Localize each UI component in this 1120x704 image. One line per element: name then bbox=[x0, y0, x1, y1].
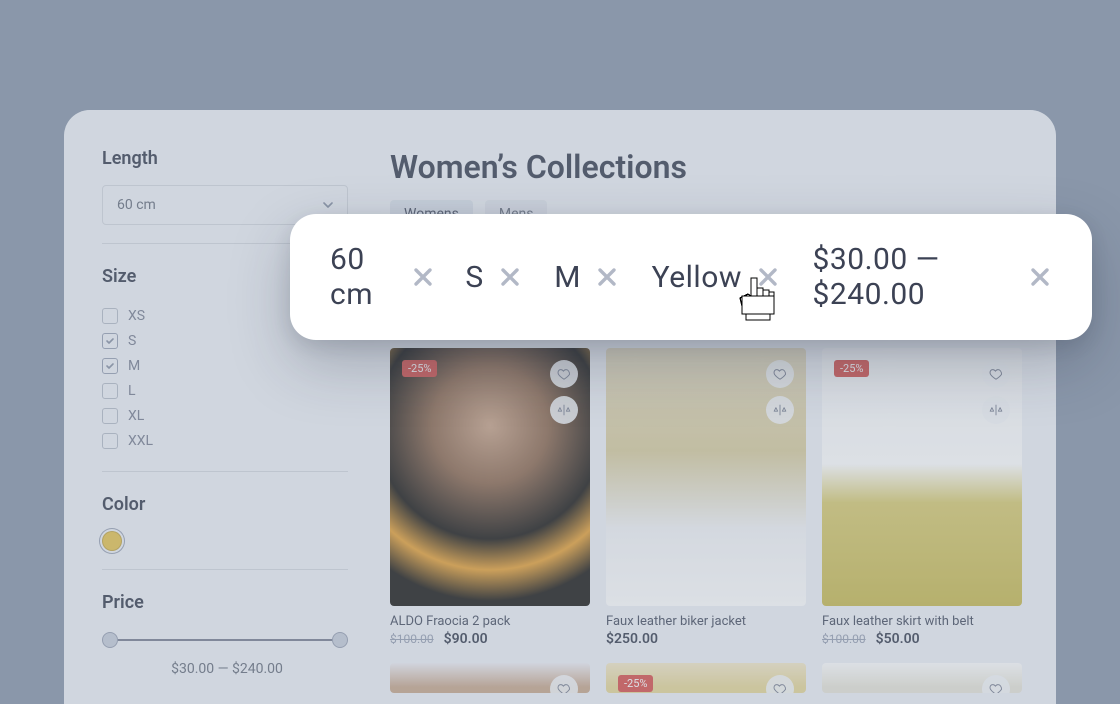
filter-chip-length: 60 cm bbox=[330, 242, 435, 312]
discount-badge: -25% bbox=[834, 360, 869, 377]
chevron-down-icon bbox=[323, 200, 333, 210]
product-name: Faux leather skirt with belt bbox=[822, 614, 1022, 629]
product-thumbnail bbox=[822, 663, 1022, 693]
active-filters-pill: 60 cm S M Yellow $30.00 — $240.00 bbox=[290, 214, 1092, 340]
filter-chip-label: $30.00 — $240.00 bbox=[813, 242, 1017, 312]
discount-badge: -25% bbox=[618, 675, 653, 692]
size-option-label: M bbox=[128, 358, 140, 374]
remove-filter-button[interactable] bbox=[496, 263, 524, 291]
wishlist-button[interactable] bbox=[766, 360, 794, 388]
checkbox-checked-icon bbox=[102, 358, 118, 374]
slider-track-fill bbox=[109, 639, 341, 641]
remove-filter-button[interactable] bbox=[1029, 263, 1052, 291]
remove-filter-button[interactable] bbox=[412, 263, 435, 291]
size-option-xl[interactable]: XL bbox=[102, 403, 352, 428]
product-thumbnail bbox=[606, 348, 806, 606]
size-option-label: L bbox=[128, 383, 136, 399]
color-swatch-yellow[interactable] bbox=[102, 531, 122, 551]
size-option-label: S bbox=[128, 333, 136, 349]
filter-chip-label: Yellow bbox=[652, 260, 742, 295]
product-name: ALDO Fraocia 2 pack bbox=[390, 614, 590, 629]
product-card[interactable]: -25% ALDO Fraocia 2 pack $100.00 $90.00 bbox=[390, 348, 590, 647]
app-panel: Length 60 cm Size XS S bbox=[64, 110, 1056, 704]
length-select-value: 60 cm bbox=[117, 197, 156, 213]
wishlist-button[interactable] bbox=[550, 360, 578, 388]
filter-chip-label: S bbox=[465, 260, 483, 295]
size-option-label: XXL bbox=[128, 433, 153, 449]
product-name: Faux leather biker jacket bbox=[606, 614, 806, 629]
filter-chip-size-m: M bbox=[554, 260, 621, 295]
compare-button[interactable] bbox=[550, 396, 578, 424]
product-old-price: $100.00 bbox=[390, 632, 434, 646]
product-card[interactable] bbox=[822, 663, 1022, 693]
size-option-m[interactable]: M bbox=[102, 353, 352, 378]
product-card[interactable]: -25% bbox=[606, 663, 806, 693]
product-grid: -25% ALDO Fraocia 2 pack $100.00 $90.00 bbox=[390, 348, 1056, 693]
size-option-label: XS bbox=[128, 308, 145, 324]
wishlist-button[interactable] bbox=[982, 675, 1010, 693]
checkbox-icon bbox=[102, 383, 118, 399]
filter-chip-price: $30.00 — $240.00 bbox=[813, 242, 1052, 312]
product-card[interactable] bbox=[390, 663, 590, 693]
checkbox-checked-icon bbox=[102, 333, 118, 349]
product-thumbnail: -25% bbox=[390, 348, 590, 606]
divider bbox=[102, 569, 348, 570]
product-price: $100.00 $90.00 bbox=[390, 631, 590, 647]
checkbox-icon bbox=[102, 408, 118, 424]
filter-chip-color-yellow: Yellow bbox=[652, 260, 782, 295]
filter-chip-label: 60 cm bbox=[330, 242, 400, 312]
product-thumbnail: -25% bbox=[606, 663, 806, 693]
remove-filter-button[interactable] bbox=[754, 263, 782, 291]
filter-chip-label: M bbox=[554, 260, 581, 295]
page-title: Women’s Collections bbox=[390, 148, 1056, 186]
product-card[interactable]: Faux leather biker jacket $250.00 bbox=[606, 348, 806, 647]
size-option-xxl[interactable]: XXL bbox=[102, 428, 352, 453]
filter-chip-size-s: S bbox=[465, 260, 523, 295]
size-option-l[interactable]: L bbox=[102, 378, 352, 403]
remove-filter-button[interactable] bbox=[593, 263, 621, 291]
color-section-title: Color bbox=[102, 494, 352, 515]
size-option-label: XL bbox=[128, 408, 144, 424]
wishlist-button[interactable] bbox=[550, 675, 578, 693]
product-current-price: $50.00 bbox=[876, 631, 920, 647]
compare-button[interactable] bbox=[982, 396, 1010, 424]
product-card[interactable]: -25% Faux leather skirt with belt $100.0… bbox=[822, 348, 1022, 647]
price-section-title: Price bbox=[102, 592, 352, 613]
checkbox-icon bbox=[102, 308, 118, 324]
wishlist-button[interactable] bbox=[766, 675, 794, 693]
checkbox-icon bbox=[102, 433, 118, 449]
wishlist-button[interactable] bbox=[982, 360, 1010, 388]
product-old-price: $100.00 bbox=[822, 632, 866, 646]
product-thumbnail bbox=[390, 663, 590, 693]
product-price: $100.00 $50.00 bbox=[822, 631, 1022, 647]
price-range-label: $30.00 — $240.00 bbox=[102, 661, 352, 677]
price-range-slider[interactable] bbox=[102, 629, 348, 651]
discount-badge: -25% bbox=[402, 360, 437, 377]
color-swatches bbox=[102, 531, 352, 551]
product-current-price: $250.00 bbox=[606, 631, 658, 647]
length-section-title: Length bbox=[102, 148, 352, 169]
slider-knob-min[interactable] bbox=[102, 632, 118, 648]
product-price: $250.00 bbox=[606, 631, 806, 647]
divider bbox=[102, 471, 348, 472]
product-current-price: $90.00 bbox=[444, 631, 488, 647]
slider-knob-max[interactable] bbox=[332, 632, 348, 648]
compare-button[interactable] bbox=[766, 396, 794, 424]
product-thumbnail: -25% bbox=[822, 348, 1022, 606]
